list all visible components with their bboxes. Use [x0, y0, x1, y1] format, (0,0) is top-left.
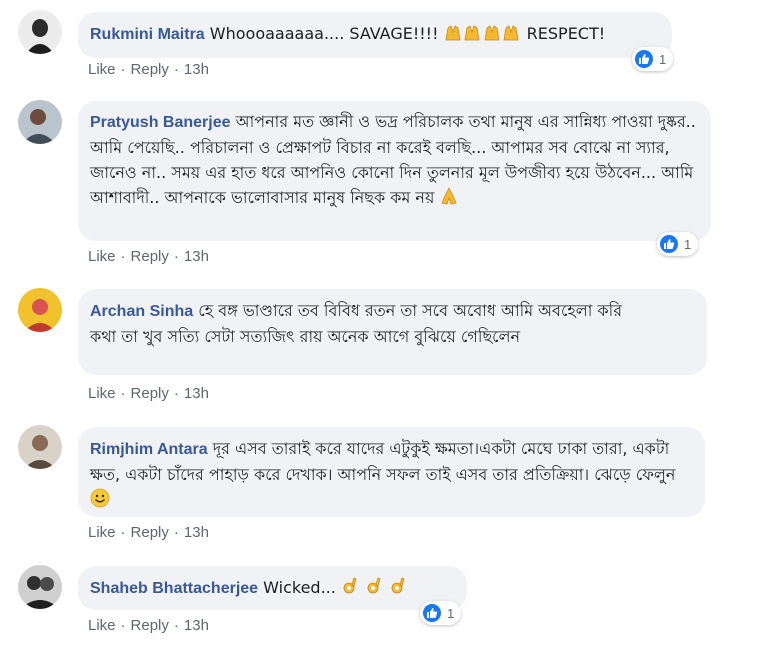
timestamp[interactable]: 13h [184, 617, 209, 634]
avatar[interactable] [18, 288, 62, 332]
comment-text-tail: RESPECT! [521, 24, 606, 43]
comment-bubble: Shaheb Bhattacherjee Wicked... [78, 566, 467, 610]
smiling-face-icon [90, 488, 110, 515]
comment-bubble: Rimjhim Antara দূর এসব তারাই করে যাদের এ… [78, 427, 705, 517]
ok-hand-icon [341, 576, 411, 603]
comment-author[interactable]: Shaheb Bhattacherjee [90, 580, 258, 597]
reaction-count[interactable]: 1 [420, 601, 462, 625]
comment-bubble: Pratyush Banerjee আপনার মত জ্ঞানী ও ভদ্র… [78, 101, 711, 241]
thumbs-up-icon [660, 235, 678, 253]
avatar[interactable] [18, 565, 62, 609]
comment-bubble: Rukmini Maitra Whoooaaaaaa.... SAVAGE!!!… [78, 12, 672, 58]
reply-link[interactable]: Reply [131, 617, 169, 634]
timestamp[interactable]: 13h [184, 385, 209, 402]
reaction-count[interactable]: 1 [657, 232, 699, 256]
raised-hands-icon [444, 22, 522, 49]
like-link[interactable]: Like [88, 248, 116, 265]
like-link[interactable]: Like [88, 385, 116, 402]
reaction-count-value: 1 [659, 51, 667, 67]
like-link[interactable]: Like [88, 61, 116, 78]
avatar[interactable] [18, 100, 62, 144]
comment-author[interactable]: Pratyush Banerjee [90, 114, 231, 131]
reply-link[interactable]: Reply [131, 248, 169, 265]
comment-author[interactable]: Rimjhim Antara [90, 441, 208, 458]
comment-text: হে বঙ্গ ভাণ্ডারে তব বিবিধ রতন তা সবে অবো… [198, 301, 622, 320]
like-link[interactable]: Like [88, 617, 116, 634]
comment-author[interactable]: Rukmini Maitra [90, 26, 205, 43]
comment-text: Whoooaaaaaa.... SAVAGE!!!! [209, 24, 444, 43]
timestamp[interactable]: 13h [184, 248, 209, 265]
thumbs-up-icon [635, 50, 653, 68]
comment-actions: Like · Reply · 13h [88, 248, 209, 265]
avatar[interactable] [18, 10, 62, 54]
comment-text: Wicked... [263, 578, 341, 597]
comment-actions: Like · Reply · 13h [88, 617, 209, 634]
reply-link[interactable]: Reply [131, 524, 169, 541]
comment-actions: Like · Reply · 13h [88, 61, 209, 78]
comment-author[interactable]: Archan Sinha [90, 303, 193, 320]
avatar[interactable] [18, 425, 62, 469]
reply-link[interactable]: Reply [131, 61, 169, 78]
comment-actions: Like · Reply · 13h [88, 524, 209, 541]
comment-actions: Like · Reply · 13h [88, 385, 209, 402]
reaction-count[interactable]: 1 [632, 47, 674, 71]
timestamp[interactable]: 13h [184, 524, 209, 541]
reaction-count-value: 1 [684, 236, 692, 252]
reply-link[interactable]: Reply [131, 385, 169, 402]
comment-bubble: Archan Sinha হে বঙ্গ ভাণ্ডারে তব বিবিধ র… [78, 289, 707, 375]
comment-text-line2: কথা তা খুব সত্যি সেটা সত্যজিৎ রায় অনেক … [90, 327, 521, 346]
like-link[interactable]: Like [88, 524, 116, 541]
reaction-count-value: 1 [447, 605, 455, 621]
folded-hands-icon [439, 186, 459, 213]
thumbs-up-icon [423, 604, 441, 622]
timestamp[interactable]: 13h [184, 61, 209, 78]
